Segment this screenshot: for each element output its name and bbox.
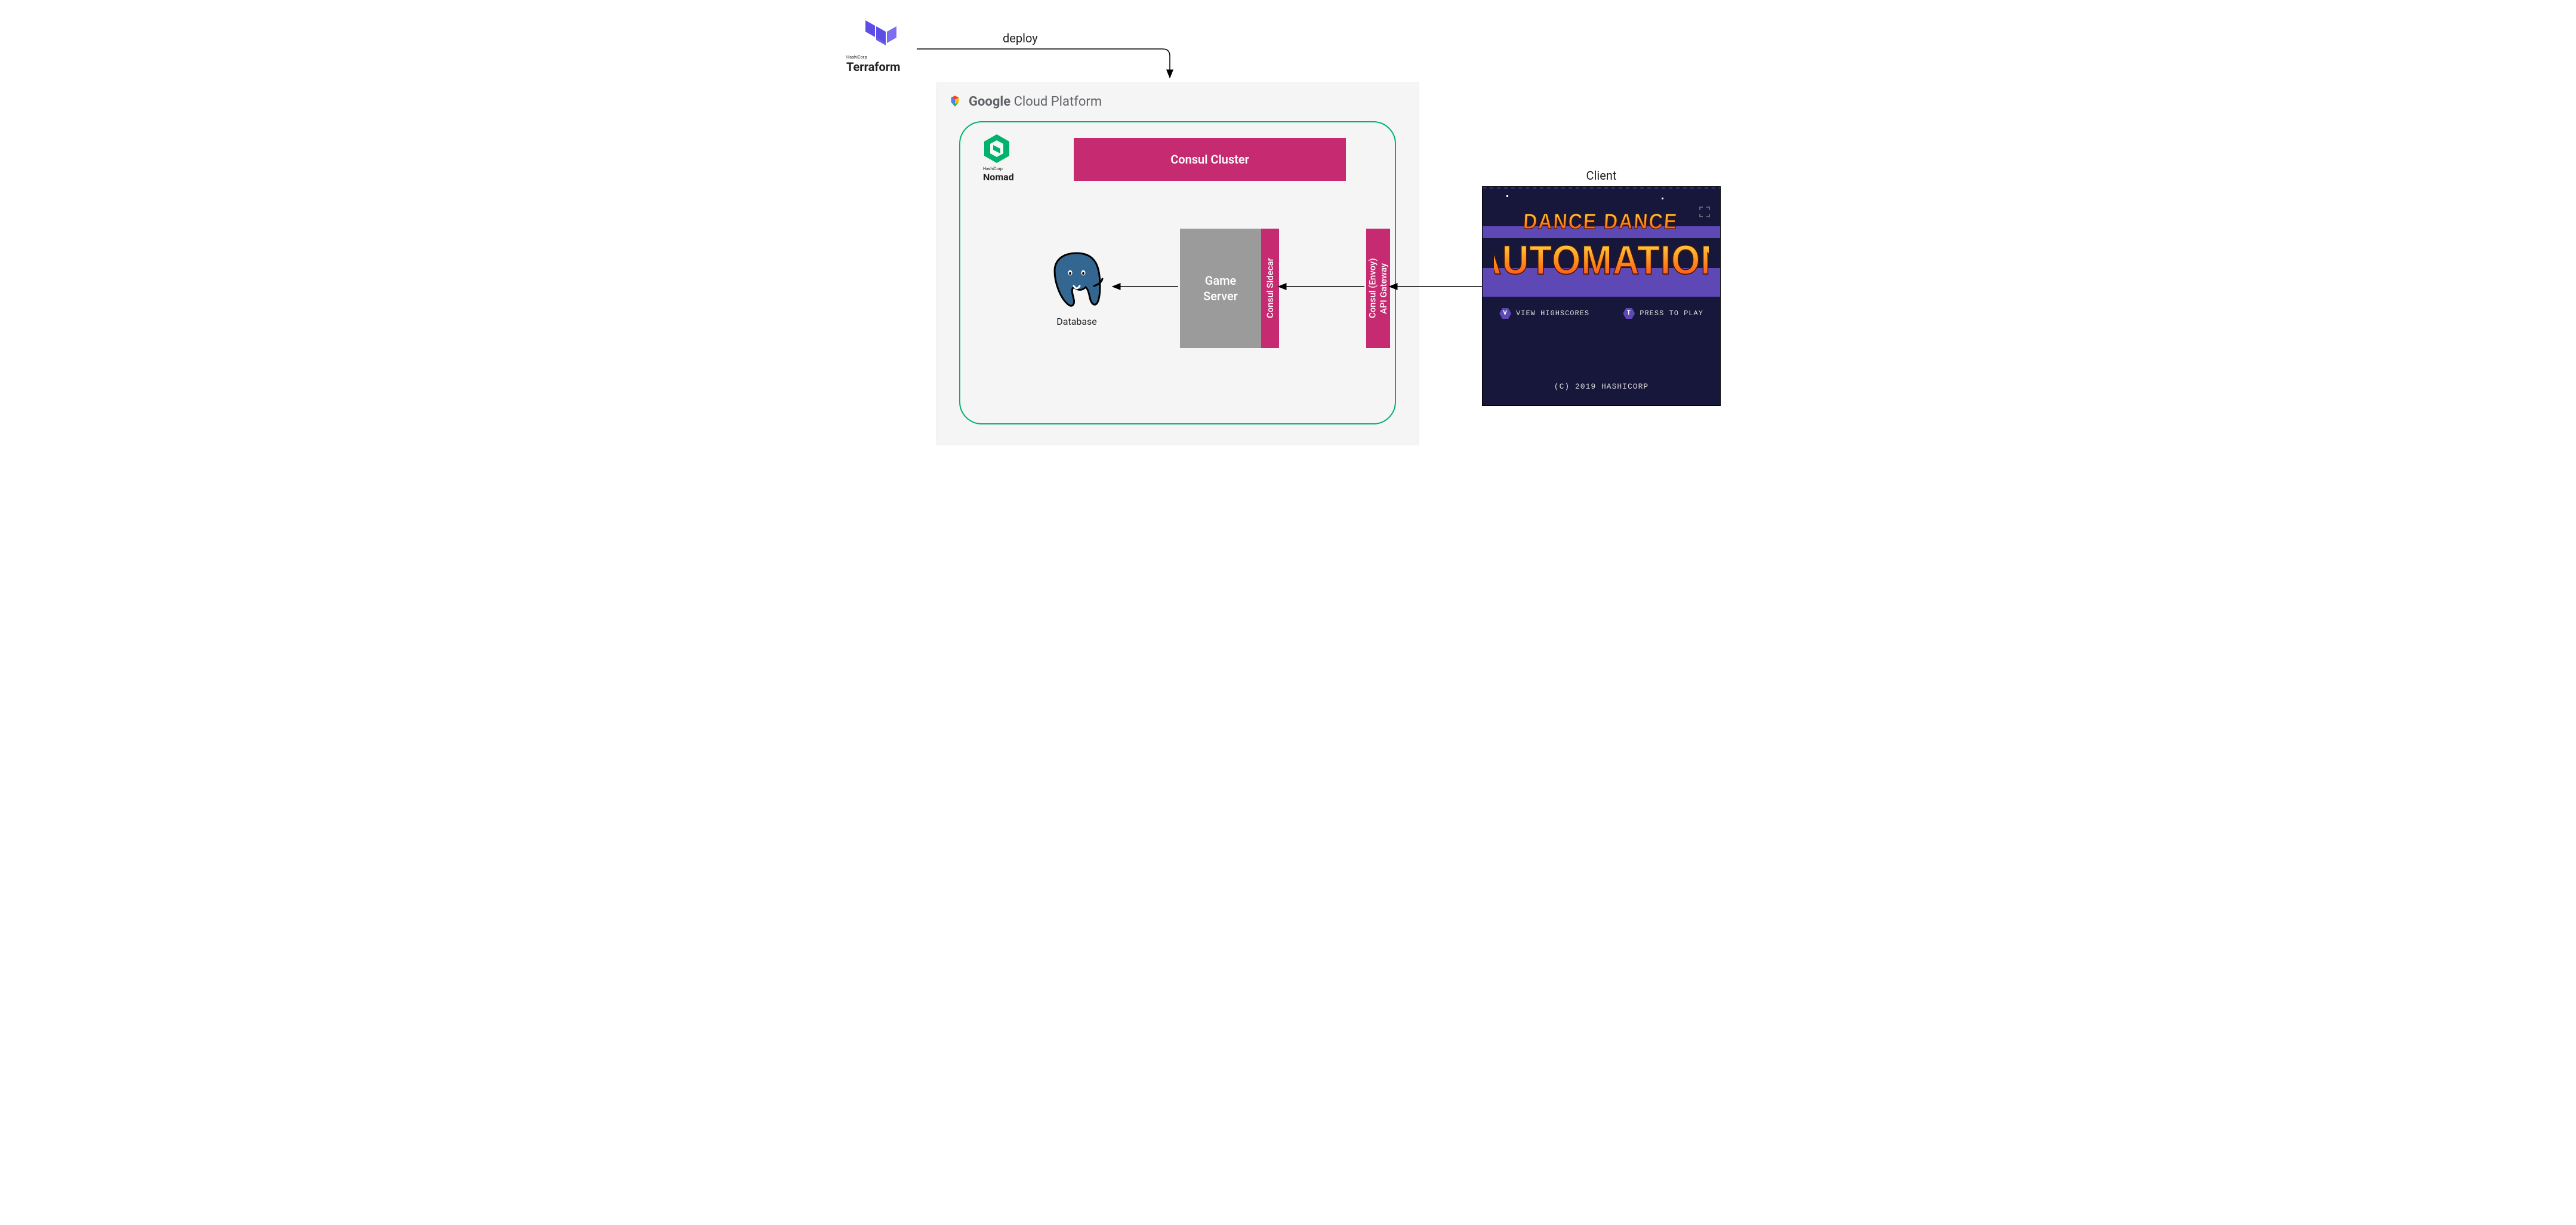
gcp-header: Google Cloud Platform: [947, 94, 1102, 109]
client-topbar: [1483, 187, 1720, 189]
api-gateway-label: Consul (Envoy) API Gateway: [1367, 258, 1389, 319]
terraform-icon: [863, 17, 899, 53]
nomad-label-block: HashiCorp Nomad: [983, 133, 1014, 183]
client-heading: Client: [1482, 168, 1721, 183]
view-highscores-control[interactable]: V VIEW HIGHSCORES: [1499, 307, 1589, 319]
game-server-group: Game Server Consul Sidecar: [1180, 229, 1279, 348]
client-copyright: (C) 2019 HASHICORP: [1483, 382, 1720, 391]
gcp-icon: [947, 94, 963, 109]
game-server-label: Game Server: [1203, 273, 1238, 304]
client-window: DANCE DANCE AUTOMATION V VIEW HIGHSCORES…: [1482, 186, 1721, 406]
client-controls: V VIEW HIGHSCORES T PRESS TO PLAY: [1483, 307, 1720, 319]
key-hex-v: V: [1499, 307, 1511, 319]
api-gateway-box: Consul (Envoy) API Gateway: [1366, 229, 1390, 348]
terraform-vendor-label: HashiCorp: [846, 55, 917, 60]
gcp-container: Google Cloud Platform HashiCorp Nomad Co…: [936, 82, 1419, 445]
deploy-arrow-label: deploy: [1003, 31, 1038, 45]
gcp-label-rest: Cloud Platform: [1014, 94, 1102, 109]
database-label: Database: [1038, 316, 1116, 327]
press-to-play-label: PRESS TO PLAY: [1640, 309, 1703, 318]
consul-cluster-box: Consul Cluster: [1074, 138, 1346, 181]
nomad-container: HashiCorp Nomad Consul Cluster: [959, 121, 1396, 424]
press-to-play-control[interactable]: T PRESS TO PLAY: [1623, 307, 1703, 319]
view-highscores-label: VIEW HIGHSCORES: [1516, 309, 1589, 318]
deploy-arrow: [917, 49, 1170, 78]
key-hex-t: T: [1623, 307, 1635, 319]
nomad-vendor-label: HashiCorp: [983, 167, 1014, 171]
terraform-name-label: Terraform: [846, 60, 917, 74]
nomad-icon: [983, 133, 1010, 164]
game-server-box: Game Server: [1180, 229, 1261, 348]
terraform-block: HashiCorp Terraform: [845, 17, 917, 74]
pixel-dot: [1662, 198, 1663, 199]
consul-sidecar-box: Consul Sidecar: [1261, 229, 1279, 348]
game-title: DANCE DANCE AUTOMATION: [1483, 202, 1720, 282]
gcp-label-bold: Google: [969, 94, 1010, 109]
postgresql-icon: [1050, 301, 1104, 312]
database-block: Database: [1038, 250, 1116, 327]
game-title-line1: DANCE DANCE: [1523, 210, 1679, 233]
nomad-name-label: Nomad: [983, 171, 1014, 183]
game-title-line2: AUTOMATION: [1494, 237, 1709, 280]
pixel-dot: [1506, 195, 1508, 197]
gcp-label: Google Cloud Platform: [969, 94, 1102, 109]
